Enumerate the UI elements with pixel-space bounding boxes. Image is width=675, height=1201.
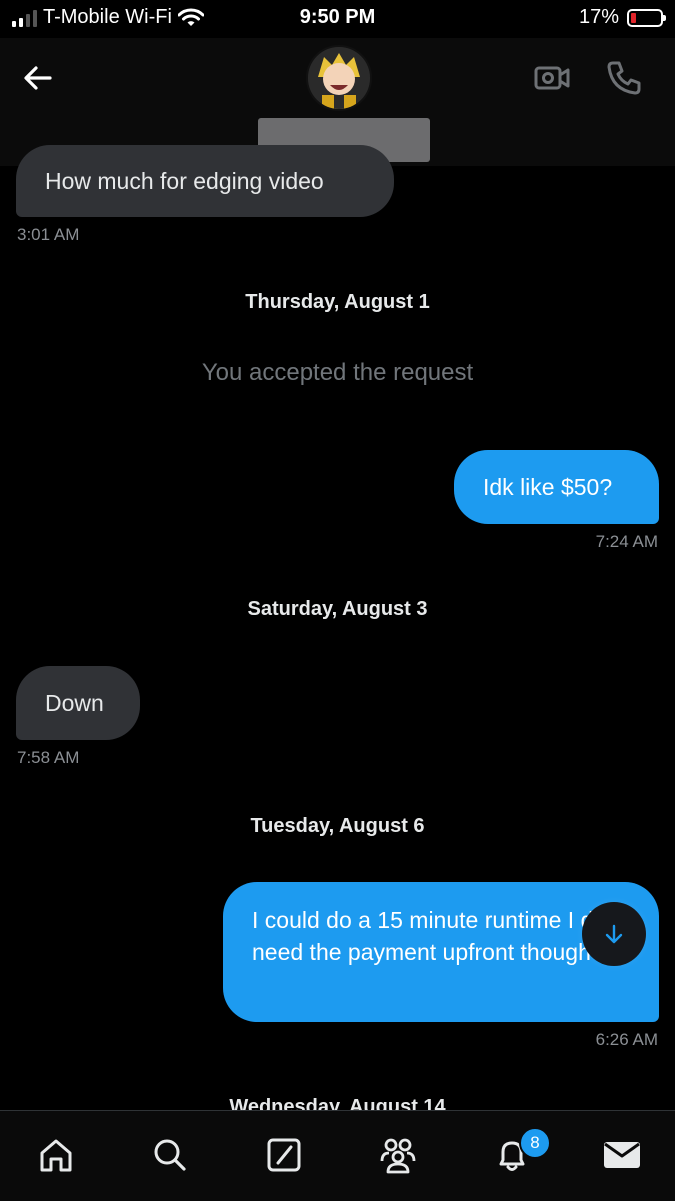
bottom-navigation: 8 bbox=[0, 1110, 675, 1201]
date-separator: Tuesday, August 6 bbox=[250, 815, 425, 837]
messages-icon bbox=[604, 1142, 640, 1168]
nav-home[interactable] bbox=[32, 1131, 80, 1179]
nav-communities[interactable] bbox=[374, 1131, 422, 1179]
battery-icon bbox=[627, 8, 666, 27]
phone-icon[interactable] bbox=[604, 58, 644, 98]
arrow-down-icon bbox=[605, 924, 623, 944]
message-timestamp: 3:01 AM bbox=[17, 225, 80, 244]
message-bubble-incoming[interactable]: How much for edging video bbox=[16, 145, 394, 217]
nav-grok[interactable] bbox=[260, 1131, 308, 1179]
system-message: You accepted the request bbox=[201, 359, 474, 386]
message-bubble-outgoing[interactable]: Idk like $50? bbox=[454, 450, 659, 524]
date-separator: Saturday, August 3 bbox=[247, 598, 428, 620]
nav-search[interactable] bbox=[146, 1131, 194, 1179]
battery-percent: 17% bbox=[578, 6, 619, 28]
notification-badge: 8 bbox=[519, 1127, 551, 1159]
communities-icon bbox=[380, 1138, 416, 1174]
status-bar: T-Mobile Wi-Fi 9:50 PM 17% bbox=[0, 0, 675, 38]
message-text: Down bbox=[45, 690, 104, 716]
message-timestamp: 6:26 AM bbox=[595, 1030, 658, 1049]
date-separator: Thursday, August 1 bbox=[245, 291, 430, 313]
message-text: Idk like $50? bbox=[483, 474, 613, 500]
clock: 9:50 PM bbox=[299, 6, 376, 28]
message-bubble-incoming[interactable]: Down bbox=[16, 666, 140, 740]
search-icon bbox=[154, 1139, 186, 1171]
avatar[interactable] bbox=[306, 45, 372, 111]
home-icon bbox=[40, 1139, 72, 1172]
message-timestamp: 7:58 AM bbox=[17, 748, 80, 767]
nav-messages[interactable] bbox=[598, 1131, 646, 1179]
grok-icon bbox=[267, 1138, 301, 1172]
avatar-image bbox=[308, 47, 370, 109]
video-call-icon[interactable] bbox=[532, 58, 572, 98]
scroll-to-bottom-button[interactable] bbox=[582, 902, 646, 966]
message-text: I could do a 15 minute runtime I do need… bbox=[252, 907, 607, 965]
message-text: How much for edging video bbox=[45, 168, 324, 194]
message-timestamp: 7:24 AM bbox=[595, 532, 658, 551]
status-right: 17% bbox=[578, 6, 666, 29]
back-arrow-icon[interactable] bbox=[18, 58, 58, 98]
